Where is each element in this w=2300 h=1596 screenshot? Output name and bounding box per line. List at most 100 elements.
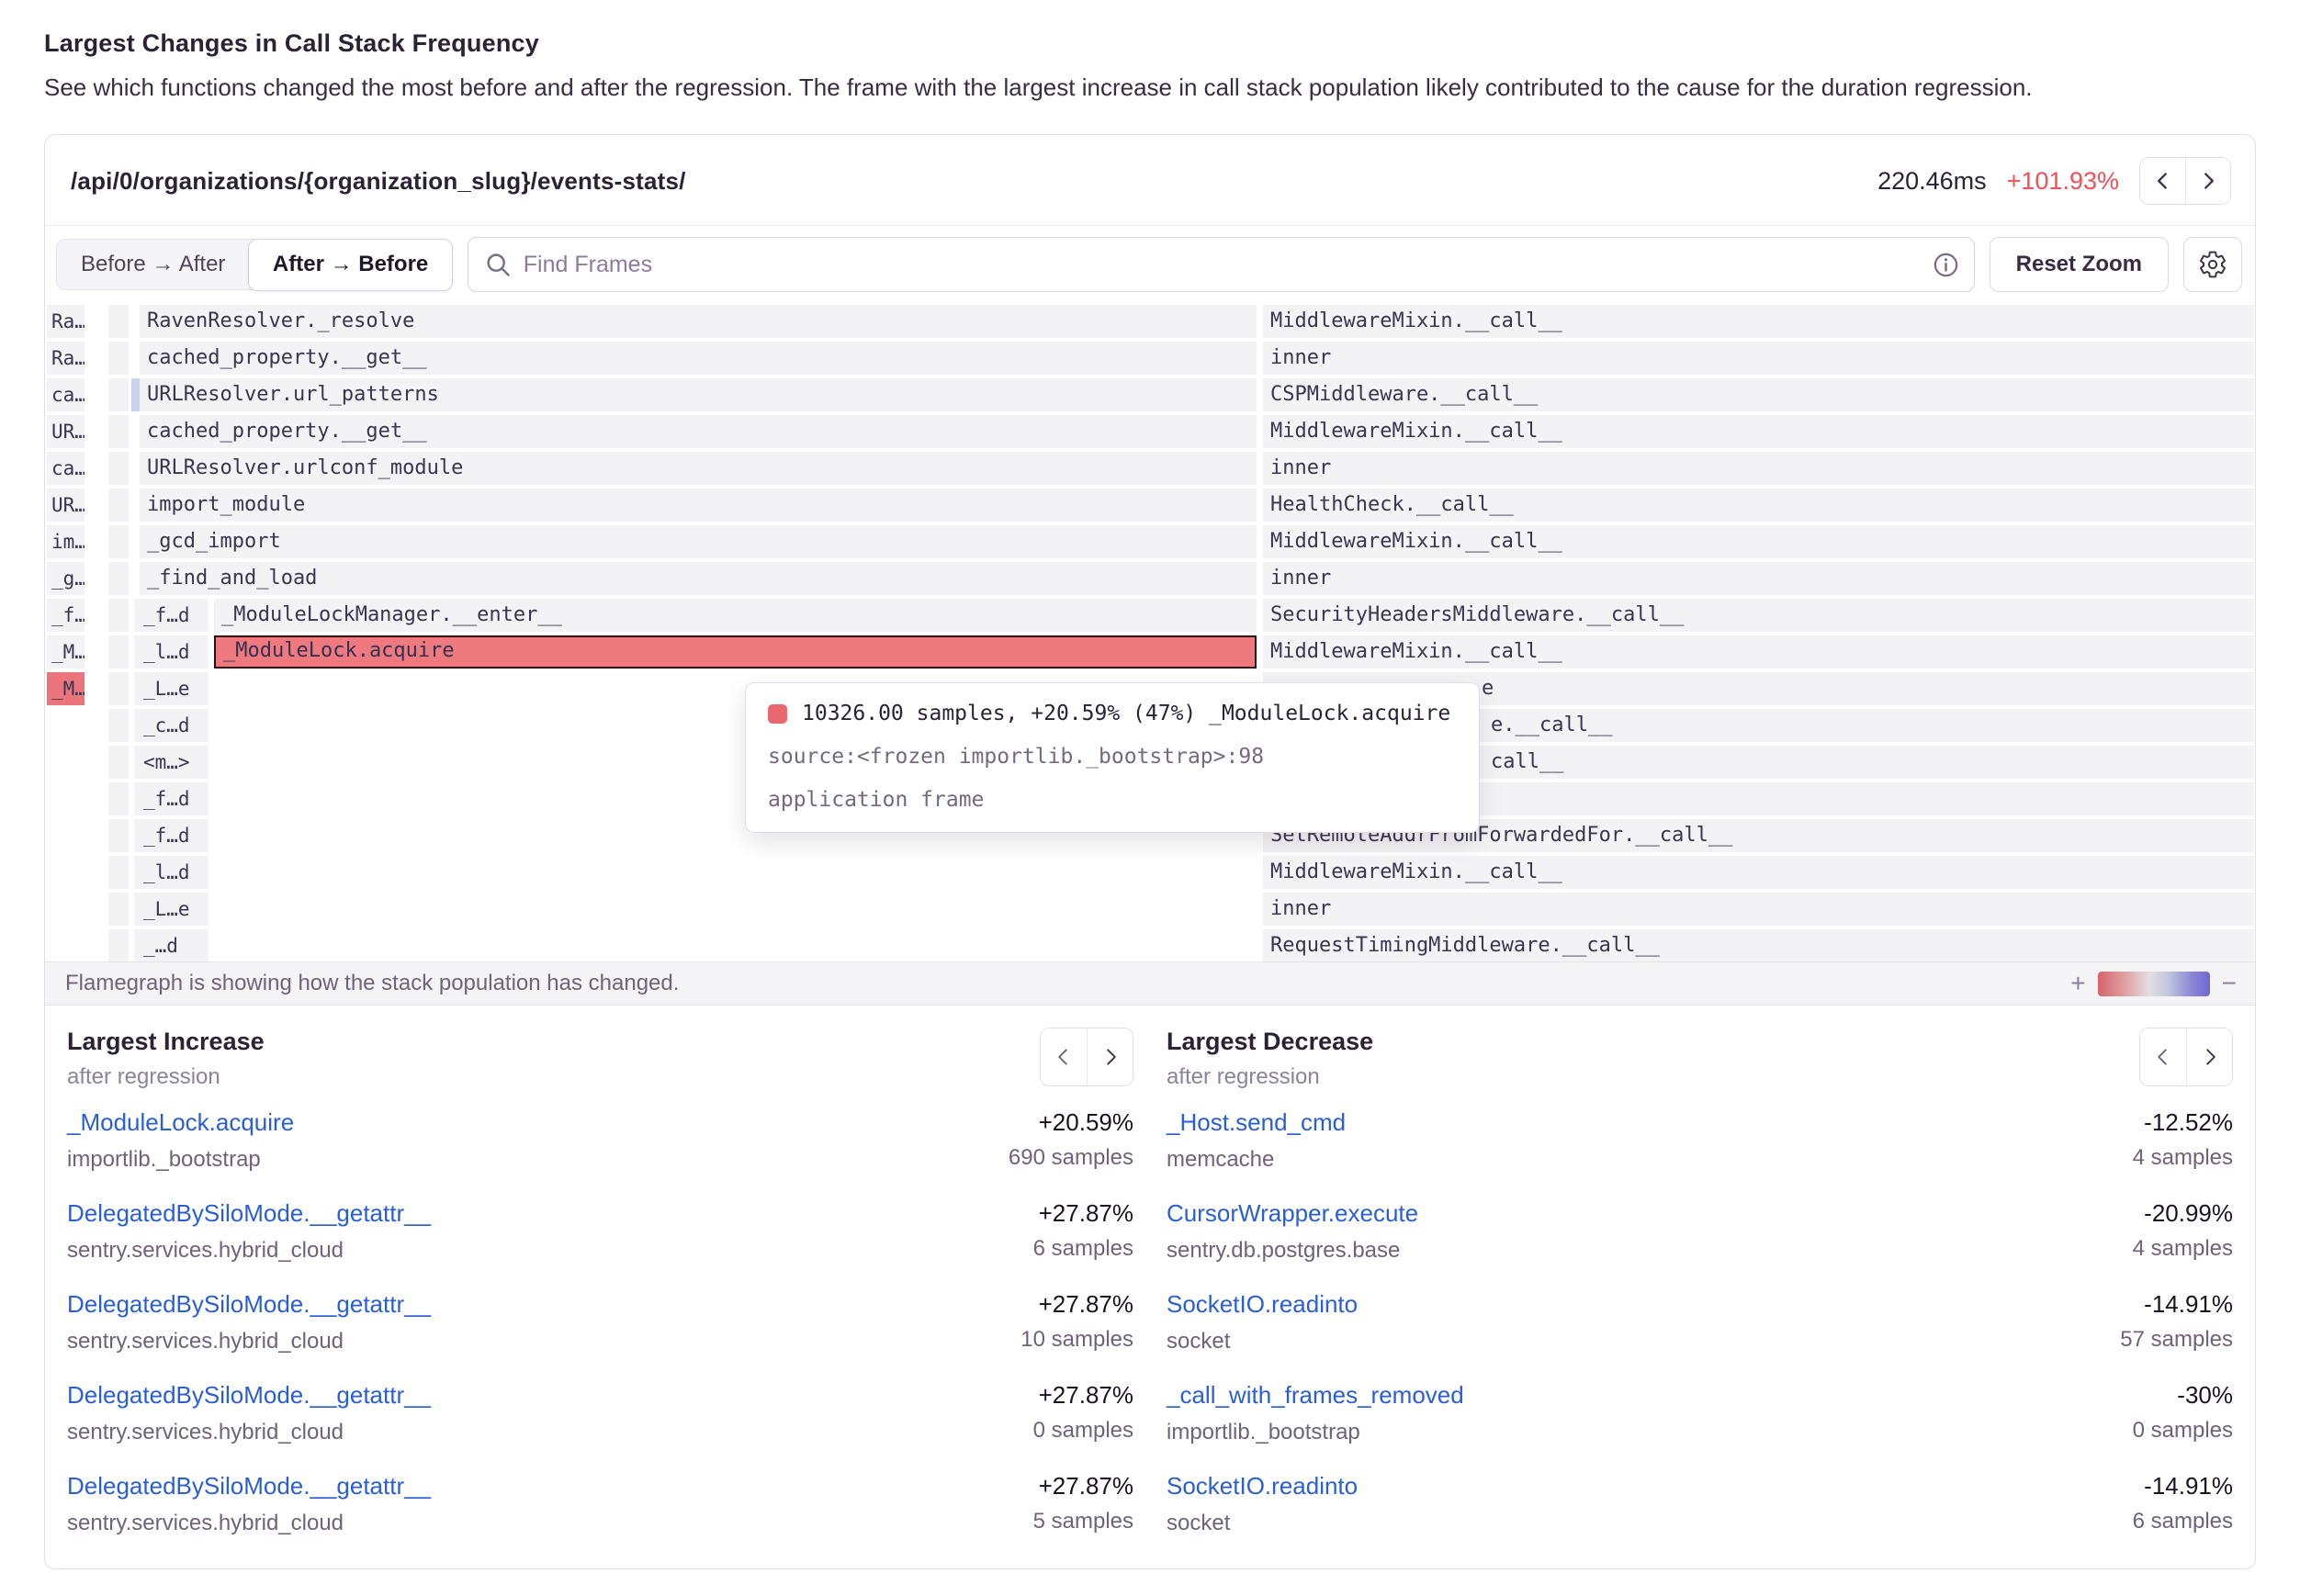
- flame-frame-mini[interactable]: ca…_: [47, 452, 85, 485]
- decrease-prev-button[interactable]: [2140, 1028, 2186, 1085]
- settings-button[interactable]: [2183, 237, 2242, 292]
- function-link[interactable]: DelegatedBySiloMode.__getattr__: [67, 1290, 431, 1319]
- toggle-before-after[interactable]: Before → After: [57, 240, 249, 289]
- flame-frame-spacer[interactable]: [108, 525, 129, 558]
- flamegraph-row: _l…d MiddlewareMixin.__call__: [45, 854, 2255, 891]
- flame-frame-mini[interactable]: _…d: [134, 929, 209, 961]
- flame-frame[interactable]: inner: [1263, 342, 2254, 375]
- function-link[interactable]: SocketIO.readinto: [1167, 1290, 1358, 1319]
- flamegraph-row: _…d RequestTimingMiddleware.__call__: [45, 927, 2255, 961]
- endpoint-path: /api/0/organizations/{organization_slug}…: [71, 167, 686, 196]
- flame-frame-spacer[interactable]: [108, 378, 129, 411]
- page-title: Largest Changes in Call Stack Frequency: [44, 29, 2256, 58]
- flame-frame[interactable]: CSPMiddleware.__call__: [1263, 378, 2254, 411]
- increase-entry: DelegatedBySiloMode.__getattr__sentry.se…: [67, 1290, 1133, 1354]
- module-label: memcache: [1167, 1147, 1346, 1173]
- flame-frame-spacer[interactable]: [108, 819, 129, 852]
- function-link[interactable]: DelegatedBySiloMode.__getattr__: [67, 1199, 431, 1228]
- legend-minus-label: −: [2222, 972, 2237, 995]
- flame-frame[interactable]: URLResolver.urlconf_module: [140, 452, 1257, 485]
- flame-frame[interactable]: _ModuleLockManager.__enter__: [214, 599, 1257, 632]
- flame-frame[interactable]: inner: [1263, 893, 2254, 926]
- flame-frame-mini[interactable]: Ra…e: [47, 305, 85, 338]
- flame-frame-spacer[interactable]: [108, 305, 129, 338]
- flame-frame-mini[interactable]: UR…s: [47, 415, 85, 448]
- flame-frame-spacer[interactable]: [108, 782, 129, 815]
- flame-frame-mini[interactable]: _c…d: [134, 709, 209, 742]
- flame-frame-mini[interactable]: _l…d: [134, 635, 209, 669]
- flame-frame-mini[interactable]: _M…_: [47, 635, 85, 669]
- flame-frame-mini[interactable]: _f…d: [134, 819, 209, 852]
- prev-profile-button[interactable]: [2140, 158, 2185, 204]
- flame-frame-mini[interactable]: UR…e: [47, 489, 85, 522]
- flame-frame[interactable]: MiddlewareMixin.__call__: [1263, 415, 2254, 448]
- flame-frame[interactable]: HealthCheck.__call__: [1263, 489, 2254, 522]
- flamegraph-canvas[interactable]: Ra…eRavenResolver._resolveMiddlewareMixi…: [45, 303, 2255, 961]
- flame-frame-spacer[interactable]: [108, 342, 129, 375]
- function-link[interactable]: _ModuleLock.acquire: [67, 1108, 294, 1137]
- flame-frame-spacer[interactable]: [108, 635, 129, 669]
- flame-frame[interactable]: cached_property.__get__: [140, 342, 1257, 375]
- flame-frame[interactable]: inner: [1263, 452, 2254, 485]
- reset-zoom-button[interactable]: Reset Zoom: [1990, 237, 2169, 292]
- flame-frame[interactable]: SecurityHeadersMiddleware.__call__: [1263, 599, 2254, 632]
- flame-frame-mini[interactable]: _f…d: [47, 599, 85, 632]
- flame-frame-spacer[interactable]: [108, 856, 129, 889]
- flame-frame-spacer[interactable]: [108, 415, 129, 448]
- flame-frame-spacer[interactable]: [108, 929, 129, 961]
- increase-next-button[interactable]: [1087, 1028, 1133, 1085]
- flame-frame-spacer[interactable]: [108, 452, 129, 485]
- decrease-next-button[interactable]: [2186, 1028, 2232, 1085]
- flame-frame[interactable]: URLResolver.url_patterns: [140, 378, 1257, 411]
- flame-frame-mini[interactable]: _M…e: [47, 672, 85, 705]
- flame-frame-spacer[interactable]: [108, 562, 129, 595]
- sample-count: 0 samples: [1033, 1418, 1133, 1444]
- toggle-after-before[interactable]: After → Before: [248, 239, 453, 291]
- flame-frame[interactable]: MiddlewareMixin.__call__: [1263, 856, 2254, 889]
- flame-frame-spacer[interactable]: [108, 672, 129, 705]
- flame-frame-mini[interactable]: <m…>: [134, 746, 209, 779]
- flame-frame[interactable]: RavenResolver._resolve: [140, 305, 1257, 338]
- flame-frame-mini[interactable]: _L…e: [134, 893, 209, 926]
- flame-frame[interactable]: MiddlewareMixin.__call__: [1263, 525, 2254, 558]
- flame-frame[interactable]: inner: [1263, 562, 2254, 595]
- flame-frame[interactable]: _find_and_load: [140, 562, 1257, 595]
- search-input[interactable]: [468, 252, 1974, 278]
- function-link[interactable]: DelegatedBySiloMode.__getattr__: [67, 1472, 431, 1500]
- next-profile-button[interactable]: [2185, 158, 2230, 204]
- flame-frame-mini[interactable]: im…e: [47, 525, 85, 558]
- flame-frame[interactable]: MiddlewareMixin.__call__: [1263, 305, 2254, 338]
- flame-frame-mini[interactable]: Ra…e: [47, 342, 85, 375]
- flame-frame-spacer[interactable]: [108, 709, 129, 742]
- flame-frame[interactable]: MiddlewareMixin.__call__: [1263, 635, 2254, 669]
- flame-frame-selected-sliver[interactable]: [131, 378, 140, 411]
- flame-frame-mini[interactable]: _f…d: [134, 782, 209, 815]
- info-icon[interactable]: [1932, 251, 1960, 279]
- flame-frame[interactable]: import_module: [140, 489, 1257, 522]
- flame-frame-spacer[interactable]: [108, 599, 129, 632]
- flame-frame[interactable]: cached_property.__get__: [140, 415, 1257, 448]
- flame-frame-spacer[interactable]: [108, 746, 129, 779]
- change-percent: -14.91%: [2120, 1290, 2233, 1319]
- profile-header-metrics: 220.46ms +101.93%: [1877, 157, 2231, 205]
- flamegraph-row: ca…_ URLResolver.url_patternsCSPMiddlewar…: [45, 377, 2255, 413]
- increase-prev-button[interactable]: [1041, 1028, 1087, 1085]
- function-link[interactable]: DelegatedBySiloMode.__getattr__: [67, 1381, 431, 1410]
- function-link[interactable]: SocketIO.readinto: [1167, 1472, 1358, 1500]
- flame-frame-mini[interactable]: _l…d: [134, 856, 209, 889]
- flame-frame-mini[interactable]: _g…t: [47, 562, 85, 595]
- function-link[interactable]: CursorWrapper.execute: [1167, 1199, 1418, 1228]
- largest-decrease-title: Largest Decrease: [1167, 1028, 1373, 1056]
- flame-frame-spacer[interactable]: [108, 489, 129, 522]
- flame-frame-mini[interactable]: ca…_: [47, 378, 85, 411]
- flame-frame-mini[interactable]: _L…e: [134, 672, 209, 705]
- flame-frame-spacer[interactable]: [108, 893, 129, 926]
- flame-frame[interactable]: _gcd_import: [140, 525, 1257, 558]
- flame-frame-highlighted[interactable]: _ModuleLock.acquire: [214, 635, 1257, 669]
- function-link[interactable]: _call_with_frames_removed: [1167, 1381, 1464, 1410]
- tooltip-source: source:<frozen importlib._bootstrap>:98: [768, 745, 1457, 769]
- function-link[interactable]: _Host.send_cmd: [1167, 1108, 1346, 1137]
- flame-frame[interactable]: RequestTimingMiddleware.__call__: [1263, 929, 2254, 961]
- duration-change-badge: +101.93%: [2007, 167, 2119, 196]
- flame-frame-mini[interactable]: _f…d: [134, 599, 209, 632]
